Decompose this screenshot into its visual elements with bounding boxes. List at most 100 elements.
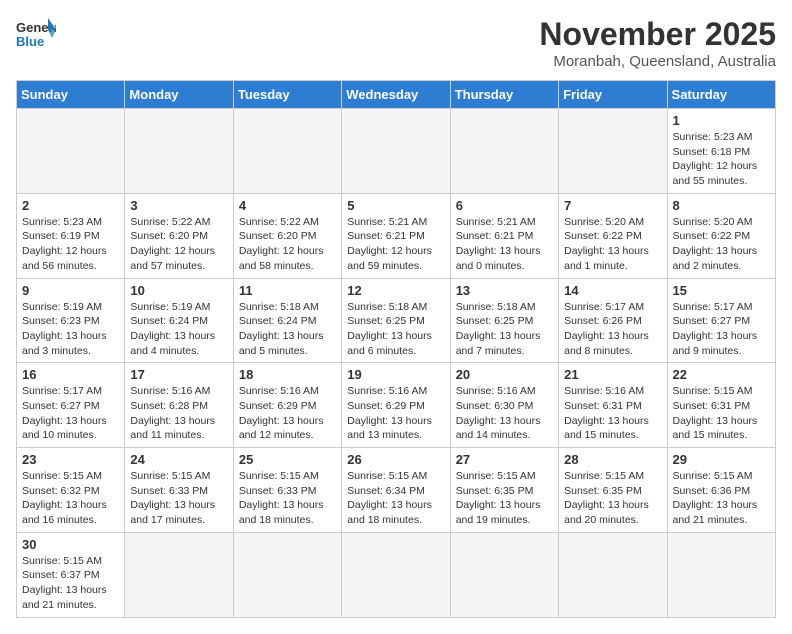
day-number: 20 <box>456 367 553 382</box>
day-number: 7 <box>564 198 661 213</box>
weekday-header-wednesday: Wednesday <box>342 81 450 109</box>
weekday-header-thursday: Thursday <box>450 81 558 109</box>
calendar-day-cell: 13 Sunrise: 5:18 AM Sunset: 6:25 PM Dayli… <box>450 278 558 363</box>
logo-icon: General Blue <box>16 16 56 50</box>
calendar-day-cell: 28Sunrise: 5:15 AM Sunset: 6:35 PM Dayli… <box>559 448 667 533</box>
calendar-day-cell: 17 Sunrise: 5:16 AM Sunset: 6:28 PM Dayli… <box>125 363 233 448</box>
day-info: Sunrise: 5:16 AM Sunset: 6:29 PM Dayligh… <box>239 384 336 443</box>
day-info: Sunrise: 5:20 AM Sunset: 6:22 PM Dayligh… <box>673 215 770 274</box>
day-number: 30 <box>22 537 119 552</box>
calendar-week-row: 23 Sunrise: 5:15 AM Sunset: 6:32 PM Dayli… <box>17 448 776 533</box>
day-number: 3 <box>130 198 227 213</box>
calendar-day-cell: 22 Sunrise: 5:15 AM Sunset: 6:31 PM Dayli… <box>667 363 775 448</box>
location-subtitle: Moranbah, Queensland, Australia <box>539 53 776 70</box>
page-header: General Blue November 2025 Moranbah, Que… <box>16 16 776 70</box>
logo: General Blue <box>16 16 56 50</box>
calendar-day-cell: 27 Sunrise: 5:15 AM Sunset: 6:35 PM Dayli… <box>450 448 558 533</box>
calendar-day-cell: 7 Sunrise: 5:20 AM Sunset: 6:22 PM Daylig… <box>559 193 667 278</box>
weekday-header-saturday: Saturday <box>667 81 775 109</box>
calendar-table: SundayMondayTuesdayWednesdayThursdayFrid… <box>16 80 776 618</box>
svg-text:Blue: Blue <box>16 34 44 49</box>
day-number: 6 <box>456 198 553 213</box>
day-info: Sunrise: 5:15 AM Sunset: 6:31 PM Dayligh… <box>673 384 770 443</box>
calendar-day-cell: 24Sunrise: 5:15 AM Sunset: 6:33 PM Dayli… <box>125 448 233 533</box>
calendar-day-cell <box>342 532 450 617</box>
day-number: 12 <box>347 283 444 298</box>
day-number: 29 <box>673 452 770 467</box>
day-info: Sunrise: 5:15 AM Sunset: 6:34 PM Dayligh… <box>347 469 444 528</box>
day-info: Sunrise: 5:23 AM Sunset: 6:18 PM Dayligh… <box>673 130 770 189</box>
calendar-day-cell: 16Sunrise: 5:17 AM Sunset: 6:27 PM Dayli… <box>17 363 125 448</box>
day-info: Sunrise: 5:15 AM Sunset: 6:32 PM Dayligh… <box>22 469 119 528</box>
calendar-day-cell <box>233 532 341 617</box>
calendar-day-cell: 26 Sunrise: 5:15 AM Sunset: 6:34 PM Dayli… <box>342 448 450 533</box>
day-number: 21 <box>564 367 661 382</box>
calendar-day-cell: 2 Sunrise: 5:23 AM Sunset: 6:19 PM Daylig… <box>17 193 125 278</box>
day-number: 11 <box>239 283 336 298</box>
day-info: Sunrise: 5:18 AM Sunset: 6:25 PM Dayligh… <box>347 300 444 359</box>
calendar-day-cell: 8 Sunrise: 5:20 AM Sunset: 6:22 PM Daylig… <box>667 193 775 278</box>
day-number: 10 <box>130 283 227 298</box>
calendar-day-cell: 3 Sunrise: 5:22 AM Sunset: 6:20 PM Daylig… <box>125 193 233 278</box>
day-info: Sunrise: 5:22 AM Sunset: 6:20 PM Dayligh… <box>130 215 227 274</box>
calendar-day-cell <box>342 109 450 194</box>
day-number: 27 <box>456 452 553 467</box>
day-info: Sunrise: 5:15 AM Sunset: 6:36 PM Dayligh… <box>673 469 770 528</box>
calendar-week-row: 2 Sunrise: 5:23 AM Sunset: 6:19 PM Daylig… <box>17 193 776 278</box>
day-number: 16 <box>22 367 119 382</box>
calendar-day-cell: 20 Sunrise: 5:16 AM Sunset: 6:30 PM Dayli… <box>450 363 558 448</box>
day-number: 8 <box>673 198 770 213</box>
day-info: Sunrise: 5:20 AM Sunset: 6:22 PM Dayligh… <box>564 215 661 274</box>
day-info: Sunrise: 5:16 AM Sunset: 6:31 PM Dayligh… <box>564 384 661 443</box>
calendar-day-cell: 9 Sunrise: 5:19 AM Sunset: 6:23 PM Daylig… <box>17 278 125 363</box>
calendar-week-row: 30 Sunrise: 5:15 AM Sunset: 6:37 PM Dayli… <box>17 532 776 617</box>
day-info: Sunrise: 5:19 AM Sunset: 6:23 PM Dayligh… <box>22 300 119 359</box>
day-info: Sunrise: 5:18 AM Sunset: 6:25 PM Dayligh… <box>456 300 553 359</box>
month-title: November 2025 <box>539 16 776 53</box>
calendar-week-row: 9 Sunrise: 5:19 AM Sunset: 6:23 PM Daylig… <box>17 278 776 363</box>
day-info: Sunrise: 5:21 AM Sunset: 6:21 PM Dayligh… <box>347 215 444 274</box>
calendar-day-cell <box>450 532 558 617</box>
day-info: Sunrise: 5:16 AM Sunset: 6:28 PM Dayligh… <box>130 384 227 443</box>
day-info: Sunrise: 5:18 AM Sunset: 6:24 PM Dayligh… <box>239 300 336 359</box>
day-number: 22 <box>673 367 770 382</box>
day-number: 5 <box>347 198 444 213</box>
calendar-week-row: 16Sunrise: 5:17 AM Sunset: 6:27 PM Dayli… <box>17 363 776 448</box>
day-number: 9 <box>22 283 119 298</box>
weekday-header-friday: Friday <box>559 81 667 109</box>
calendar-day-cell <box>559 109 667 194</box>
calendar-day-cell: 12 Sunrise: 5:18 AM Sunset: 6:25 PM Dayli… <box>342 278 450 363</box>
day-info: Sunrise: 5:15 AM Sunset: 6:33 PM Dayligh… <box>130 469 227 528</box>
calendar-day-cell: 10Sunrise: 5:19 AM Sunset: 6:24 PM Dayli… <box>125 278 233 363</box>
day-number: 17 <box>130 367 227 382</box>
calendar-day-cell: 6 Sunrise: 5:21 AM Sunset: 6:21 PM Daylig… <box>450 193 558 278</box>
day-number: 25 <box>239 452 336 467</box>
day-number: 26 <box>347 452 444 467</box>
day-info: Sunrise: 5:15 AM Sunset: 6:35 PM Dayligh… <box>456 469 553 528</box>
day-info: Sunrise: 5:17 AM Sunset: 6:26 PM Dayligh… <box>564 300 661 359</box>
calendar-day-cell: 19 Sunrise: 5:16 AM Sunset: 6:29 PM Dayli… <box>342 363 450 448</box>
day-info: Sunrise: 5:23 AM Sunset: 6:19 PM Dayligh… <box>22 215 119 274</box>
day-number: 2 <box>22 198 119 213</box>
day-info: Sunrise: 5:15 AM Sunset: 6:35 PM Dayligh… <box>564 469 661 528</box>
calendar-day-cell: 11 Sunrise: 5:18 AM Sunset: 6:24 PM Dayli… <box>233 278 341 363</box>
calendar-day-cell <box>17 109 125 194</box>
day-info: Sunrise: 5:15 AM Sunset: 6:37 PM Dayligh… <box>22 554 119 613</box>
day-info: Sunrise: 5:21 AM Sunset: 6:21 PM Dayligh… <box>456 215 553 274</box>
calendar-day-cell: 25Sunrise: 5:15 AM Sunset: 6:33 PM Dayli… <box>233 448 341 533</box>
calendar-day-cell: 18Sunrise: 5:16 AM Sunset: 6:29 PM Dayli… <box>233 363 341 448</box>
day-number: 14 <box>564 283 661 298</box>
calendar-day-cell <box>233 109 341 194</box>
day-info: Sunrise: 5:16 AM Sunset: 6:30 PM Dayligh… <box>456 384 553 443</box>
day-number: 13 <box>456 283 553 298</box>
weekday-header-tuesday: Tuesday <box>233 81 341 109</box>
calendar-day-cell: 29 Sunrise: 5:15 AM Sunset: 6:36 PM Dayli… <box>667 448 775 533</box>
day-number: 19 <box>347 367 444 382</box>
calendar-day-cell: 15Sunrise: 5:17 AM Sunset: 6:27 PM Dayli… <box>667 278 775 363</box>
day-info: Sunrise: 5:17 AM Sunset: 6:27 PM Dayligh… <box>673 300 770 359</box>
day-number: 23 <box>22 452 119 467</box>
day-info: Sunrise: 5:16 AM Sunset: 6:29 PM Dayligh… <box>347 384 444 443</box>
calendar-day-cell <box>125 532 233 617</box>
calendar-day-cell: 23 Sunrise: 5:15 AM Sunset: 6:32 PM Dayli… <box>17 448 125 533</box>
calendar-day-cell: 5 Sunrise: 5:21 AM Sunset: 6:21 PM Daylig… <box>342 193 450 278</box>
